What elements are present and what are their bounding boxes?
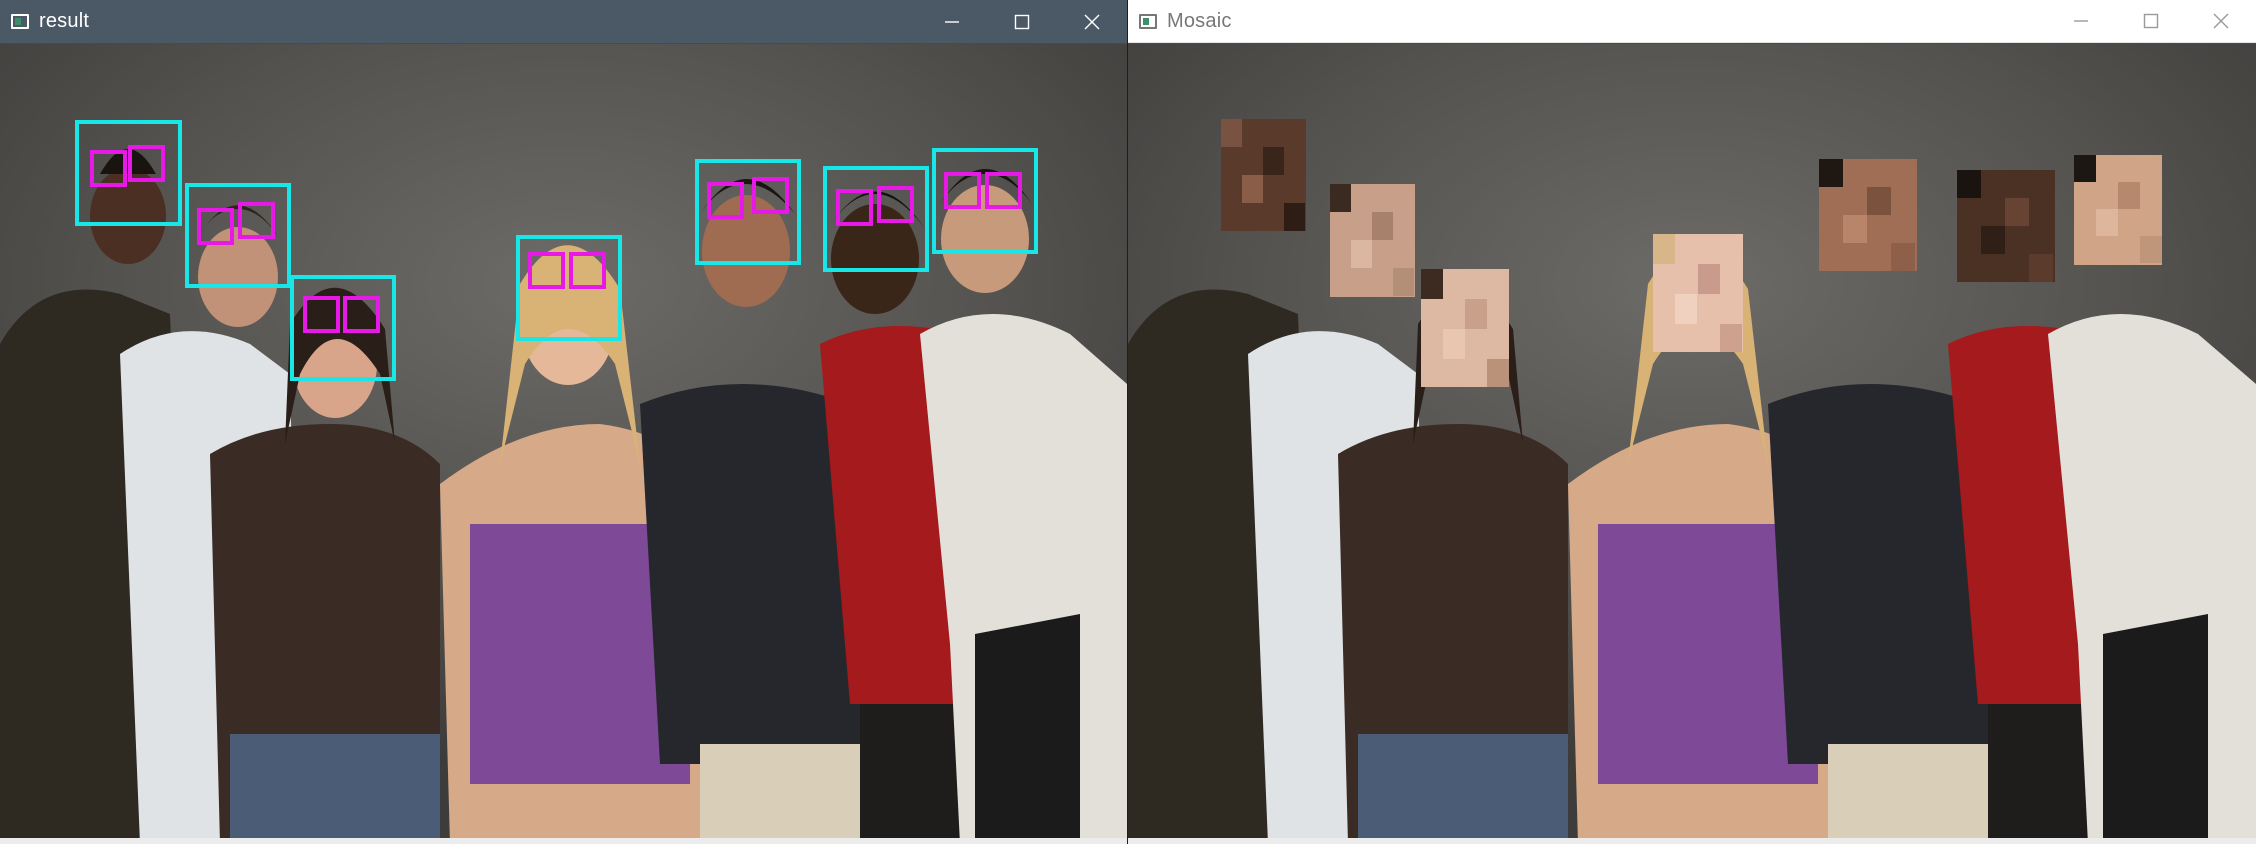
maximize-icon (1014, 14, 1030, 29)
close-icon (1084, 14, 1100, 29)
result-titlebar[interactable]: result (0, 0, 1127, 43)
result-image (0, 44, 1127, 844)
mosaic-face-2 (1330, 184, 1415, 297)
mosaic-face-6 (1957, 170, 2055, 282)
group-photo-illustration (1128, 119, 2256, 844)
group-photo-illustration (0, 120, 1127, 844)
window-title: Mosaic (1167, 9, 1232, 32)
mosaic-image (1128, 44, 2256, 844)
maximize-button[interactable] (2116, 0, 2186, 43)
app-window-icon (1139, 13, 1157, 29)
mosaic-titlebar[interactable]: Mosaic (1128, 0, 2256, 43)
bottom-strip (1128, 838, 2256, 844)
window-title: result (39, 10, 90, 32)
mosaic-face-7 (2074, 155, 2162, 265)
mosaic-face-4 (1653, 234, 1743, 352)
result-window[interactable]: result (0, 0, 1128, 844)
mosaic-face-5 (1819, 159, 1917, 271)
bottom-strip (0, 838, 1127, 844)
mosaic-face-1 (1221, 119, 1306, 231)
close-icon (2213, 13, 2229, 29)
maximize-button[interactable] (987, 0, 1057, 43)
minimize-icon (945, 20, 959, 23)
app-window-icon (11, 14, 29, 29)
close-button[interactable] (1057, 0, 1127, 43)
minimize-icon (2074, 20, 2088, 22)
mosaic-window[interactable]: Mosaic (1128, 0, 2256, 844)
minimize-button[interactable] (917, 0, 987, 43)
maximize-icon (2143, 13, 2159, 29)
minimize-button[interactable] (2046, 0, 2116, 43)
mosaic-face-3 (1421, 269, 1509, 387)
close-button[interactable] (2186, 0, 2256, 43)
